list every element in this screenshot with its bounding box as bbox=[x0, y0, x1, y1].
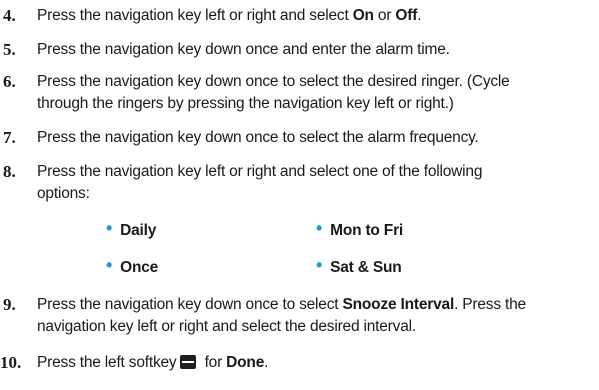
option-on: On bbox=[352, 7, 374, 24]
step-text-part: . bbox=[264, 354, 269, 371]
step-text-part: . bbox=[417, 7, 422, 24]
option-item: • Mon to Fri bbox=[316, 217, 403, 243]
snooze-interval-label: Snooze Interval bbox=[342, 296, 455, 313]
step-text-part: . Press the bbox=[454, 296, 526, 313]
option-off: Off bbox=[395, 7, 418, 24]
left-softkey-icon bbox=[180, 355, 197, 369]
step-text: Press the navigation key down once to se… bbox=[37, 129, 479, 146]
step-number: 10. bbox=[0, 353, 22, 372]
step-text-part: Press the navigation key down once to se… bbox=[37, 296, 343, 313]
step-number: 7. bbox=[3, 128, 16, 147]
option-item: • Sat & Sun bbox=[316, 254, 402, 280]
step-text-part: for bbox=[200, 354, 227, 371]
manual-page: 4. Press the navigation key left or righ… bbox=[0, 0, 599, 390]
step-text-line-2: navigation key left or right and select … bbox=[37, 318, 416, 335]
option-label: Daily bbox=[120, 222, 157, 239]
bullet-icon: • bbox=[106, 255, 113, 275]
option-label: Mon to Fri bbox=[330, 222, 404, 239]
step-text: Press the left softkey for Done. bbox=[37, 351, 593, 375]
step-text-line-2: through the ringers by pressing the navi… bbox=[37, 95, 454, 112]
step-text: Press the navigation key left or right a… bbox=[37, 4, 593, 28]
step-text-part: Press the left softkey bbox=[37, 354, 177, 371]
done-label: Done bbox=[226, 354, 265, 371]
step-text-line-1: Press the navigation key left or right a… bbox=[37, 163, 483, 180]
bullet-icon: • bbox=[106, 218, 113, 238]
step-text-line-2: options: bbox=[37, 185, 90, 202]
step-text: Press the navigation key down once and e… bbox=[37, 41, 450, 58]
bullet-icon: • bbox=[316, 218, 323, 238]
step-number: 9. bbox=[3, 295, 16, 314]
step-number: 8. bbox=[3, 162, 16, 181]
step-number: 6. bbox=[3, 72, 16, 91]
option-item: • Daily bbox=[106, 217, 156, 243]
step-text-part: Press the navigation key left or right a… bbox=[37, 7, 353, 24]
step-number: 5. bbox=[3, 40, 16, 59]
step-text-part: or bbox=[373, 7, 396, 24]
option-label: Once bbox=[120, 259, 159, 276]
step-text-line-1: Press the navigation key down once to se… bbox=[37, 293, 593, 317]
step-text-line-1: Press the navigation key down once to se… bbox=[37, 73, 510, 90]
option-label: Sat & Sun bbox=[330, 259, 402, 276]
option-item: • Once bbox=[106, 254, 158, 280]
bullet-icon: • bbox=[316, 255, 323, 275]
step-number: 4. bbox=[3, 6, 16, 25]
